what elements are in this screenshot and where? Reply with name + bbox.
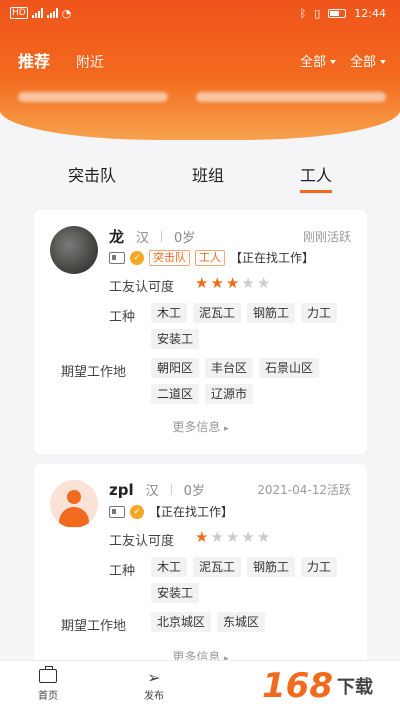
star-icon: ★ — [225, 274, 240, 292]
tag-strike-team: 突击队 — [149, 249, 190, 266]
chip: 泥瓦工 — [193, 303, 242, 323]
star-icon: ★ — [256, 528, 271, 546]
job-status: 【正在找工作】 — [230, 251, 315, 265]
star-icon: ★ — [210, 528, 224, 546]
rating-stars: ★ ★ ★ ★ ★ — [195, 530, 270, 545]
chip: 力工 — [301, 557, 338, 577]
star-icon: ★ — [241, 274, 255, 292]
active-time: 刚刚活跃 — [302, 230, 351, 244]
trade-chips: 木工 泥瓦工 钢筋工 力工安装工 — [151, 303, 351, 349]
send-icon: ➢ — [147, 668, 161, 687]
trade-chips: 木工 泥瓦工 钢筋工 力工安装工 — [151, 557, 351, 603]
signal-icon — [46, 8, 58, 18]
caret-down-icon — [380, 59, 386, 64]
more-info-label: 更多信息 — [172, 420, 221, 434]
area-chips: 北京城区 东城区 — [151, 612, 361, 632]
chip: 东城区 — [217, 612, 266, 632]
tab-team[interactable]: 班组 — [192, 162, 224, 193]
vibrate-icon: ▯ — [314, 6, 321, 20]
trade-label: 工种 — [109, 564, 136, 579]
chip: 安装工 — [151, 329, 200, 349]
worker-card[interactable]: zpl 汉 0岁 2021-04-12活跃 ✓ 【正在找工作】 工友认可度 ★ ★… — [34, 464, 367, 664]
id-card-icon — [109, 251, 125, 264]
star-icon: ★ — [256, 274, 271, 292]
worker-name: 龙 — [109, 228, 125, 246]
chip: 钢筋工 — [247, 557, 296, 577]
chip: 泥瓦工 — [193, 557, 242, 577]
worker-ethnicity: 汉 — [136, 231, 150, 246]
worker-card[interactable]: 龙 汉 0岁 刚刚活跃 ✓ 突击队 工人 【正在找工作】 工友认可度 ★ ★ ★ ★ ★… — [34, 210, 367, 454]
blurred-notice — [18, 92, 386, 102]
chip: 石景山区 — [259, 358, 320, 378]
area-label: 期望工作地 — [61, 365, 127, 380]
id-card-icon — [109, 505, 125, 518]
verified-icon: ✓ — [130, 504, 144, 519]
segment-tabs: 突击队 班组 工人 — [0, 162, 400, 193]
job-status: 【正在找工作】 — [149, 505, 234, 519]
filter-dropdown-1[interactable]: 全部 — [300, 51, 336, 70]
rating-label: 工友认可度 — [109, 280, 175, 295]
worker-age: 0岁 — [183, 484, 205, 499]
nav-home[interactable]: 首页 — [20, 661, 76, 710]
trade-label: 工种 — [109, 310, 136, 325]
chevron-right-icon: ▸ — [224, 424, 229, 434]
bluetooth-icon: ᛒ — [299, 6, 307, 20]
chip: 丰台区 — [205, 358, 254, 378]
chip: 木工 — [151, 557, 188, 577]
battery-icon — [328, 8, 347, 18]
star-icon: ★ — [210, 274, 224, 292]
signal-icon — [31, 8, 43, 18]
top-nav: 推荐 附近 全部 全部 — [18, 48, 386, 72]
area-label: 期望工作地 — [61, 619, 127, 634]
chip: 二道区 — [151, 384, 200, 404]
watermark-logo: 168 — [262, 666, 333, 706]
watermark: 168 下载 — [262, 664, 400, 708]
worker-name: zpl — [109, 480, 134, 499]
chip: 钢筋工 — [247, 303, 296, 323]
chip: 力工 — [301, 303, 338, 323]
star-icon: ★ — [225, 528, 240, 546]
network-label: HD — [10, 7, 28, 19]
nav-home-label: 首页 — [38, 691, 58, 702]
worker-ethnicity: 汉 — [145, 484, 159, 499]
tab-workers[interactable]: 工人 — [299, 162, 332, 193]
active-time: 2021-04-12活跃 — [257, 483, 351, 497]
nav-publish[interactable]: ➢ 发布 — [126, 661, 182, 710]
avatar — [50, 226, 98, 274]
filter-dropdown-2[interactable]: 全部 — [350, 51, 386, 70]
worker-age: 0岁 — [174, 231, 196, 246]
default-avatar-icon — [50, 480, 98, 528]
more-info-link[interactable]: 更多信息 ▸ — [34, 418, 367, 435]
briefcase-icon — [39, 666, 57, 683]
rating-label: 工友认可度 — [109, 534, 175, 549]
filter-label: 全部 — [349, 54, 376, 70]
area-chips: 朝阳区 丰台区 石景山区二道区 辽源市 — [151, 358, 361, 404]
verified-icon: ✓ — [130, 250, 144, 265]
chip: 辽源市 — [205, 384, 254, 404]
watermark-text: 下载 — [336, 677, 373, 698]
star-icon: ★ — [195, 274, 209, 292]
tab-strike-team[interactable]: 突击队 — [68, 162, 116, 193]
wifi-icon: ◔ — [61, 6, 72, 20]
caret-down-icon — [329, 59, 336, 64]
tab-recommend[interactable]: 推荐 — [18, 48, 50, 72]
star-icon: ★ — [241, 528, 255, 546]
clock: 12:44 — [354, 6, 386, 20]
chip: 朝阳区 — [151, 358, 200, 378]
nav-publish-label: 发布 — [144, 691, 164, 702]
star-icon: ★ — [195, 528, 209, 546]
status-bar: HD ◔ ᛒ ▯ 12:44 — [0, 0, 400, 26]
rating-stars: ★ ★ ★ ★ ★ — [195, 276, 270, 291]
chip: 木工 — [151, 303, 188, 323]
tag-worker: 工人 — [195, 249, 225, 266]
tab-nearby[interactable]: 附近 — [76, 52, 104, 72]
filter-label: 全部 — [299, 54, 326, 70]
chip: 安装工 — [151, 583, 200, 603]
chip: 北京城区 — [151, 612, 212, 632]
